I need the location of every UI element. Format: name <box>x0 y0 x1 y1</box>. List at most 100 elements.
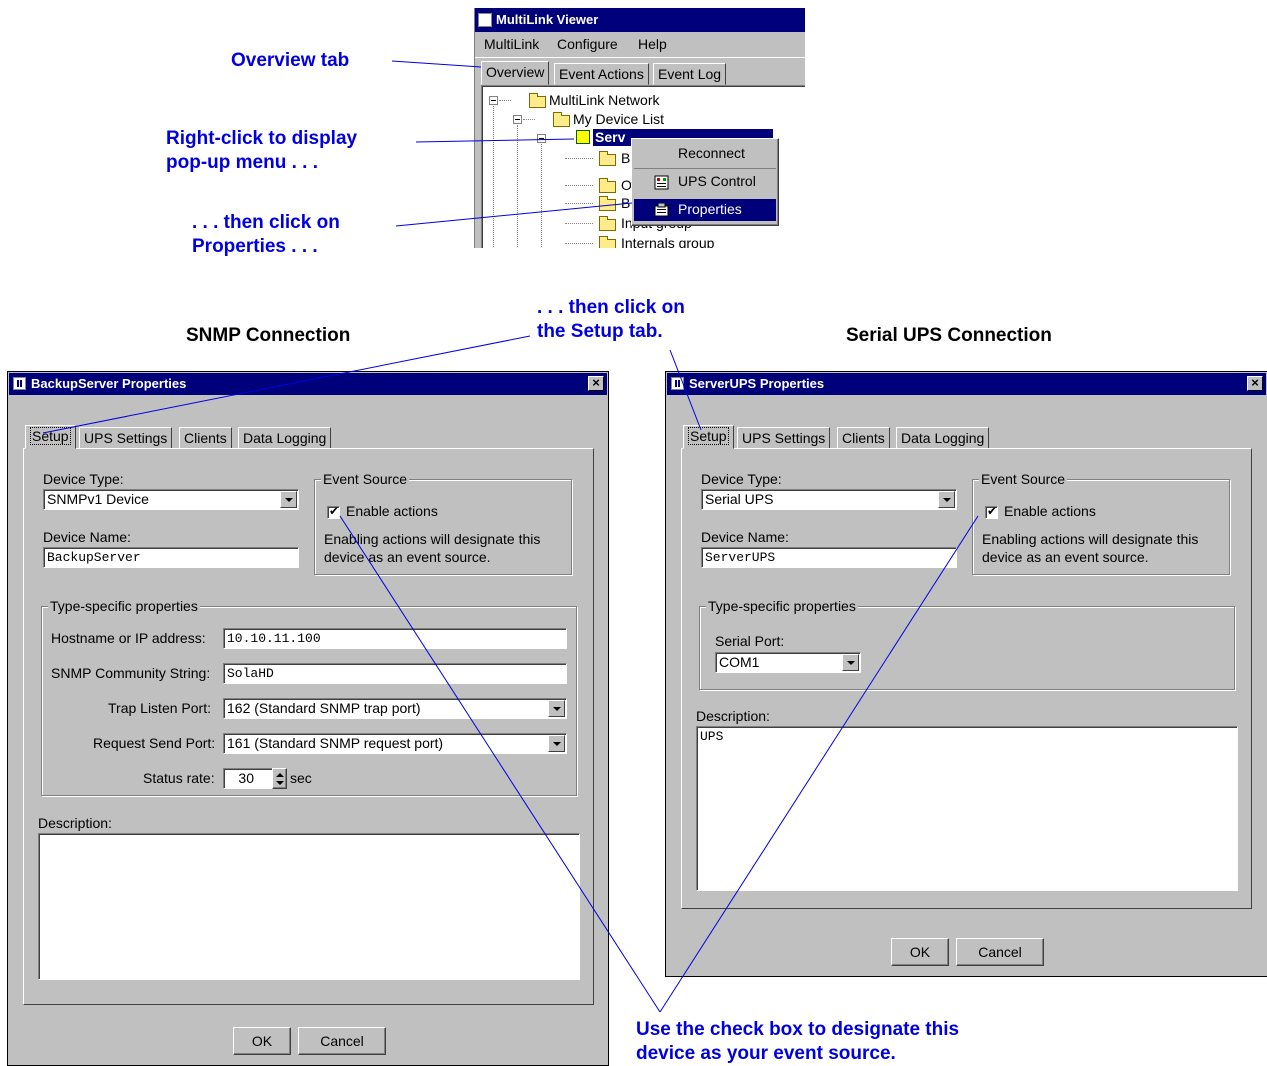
status-rate-unit: sec <box>290 770 312 786</box>
viewer-menubar: MultiLink Configure Help <box>475 32 805 56</box>
ok-button[interactable]: OK <box>233 1027 291 1055</box>
callout-overview-tab: Overview tab <box>231 50 350 71</box>
device-type-select[interactable]: SNMPv1 Device <box>43 489 299 510</box>
enable-actions-label: Enable actions <box>1004 503 1096 519</box>
serial-tab-clients[interactable]: Clients <box>837 427 890 449</box>
app-icon <box>13 377 26 390</box>
chevron-down-icon[interactable] <box>842 654 859 671</box>
callout-checkbox-line1: Use the check box to designate this <box>636 1019 960 1040</box>
cancel-button[interactable]: Cancel <box>298 1027 386 1055</box>
expand-device-list-icon[interactable] <box>513 115 522 124</box>
heading-serial-ups-connection: Serial UPS Connection <box>846 325 1052 346</box>
device-name-input[interactable]: BackupServer <box>43 547 299 568</box>
device-type-select[interactable]: Serial UPS <box>701 489 957 510</box>
callout-setup-tab-line2: the Setup tab. <box>537 321 663 342</box>
menu-multilink[interactable]: MultiLink <box>484 36 539 52</box>
tree-connector <box>565 203 593 204</box>
folder-icon <box>553 112 570 127</box>
tree-connector <box>541 144 542 248</box>
snmp-tab-setup[interactable]: Setup <box>25 425 76 449</box>
chevron-down-icon[interactable] <box>548 735 565 752</box>
status-rate-input[interactable]: 30 <box>223 768 273 789</box>
serial-port-select[interactable]: COM1 <box>715 652 861 673</box>
snmp-tab-clients[interactable]: Clients <box>179 427 232 449</box>
tree-view[interactable]: MultiLink Network My Device List Serv B … <box>481 85 805 248</box>
description-label: Description: <box>38 815 112 831</box>
app-icon <box>671 377 684 390</box>
callout-click-properties: . . . then click on Properties . . . <box>192 211 340 259</box>
spin-up-icon[interactable] <box>276 773 284 777</box>
menubar-divider <box>475 57 805 58</box>
snmp-dialog-title: BackupServer Properties <box>31 376 187 391</box>
tree-item-my-device-list[interactable]: My Device List <box>573 111 664 127</box>
popup-divider <box>634 168 776 169</box>
enable-actions-checkbox[interactable] <box>327 504 340 519</box>
viewer-tab-event-log[interactable]: Event Log <box>653 63 727 85</box>
description-textarea[interactable] <box>38 833 580 980</box>
chevron-down-icon[interactable] <box>938 491 955 508</box>
chevron-down-icon[interactable] <box>548 700 565 717</box>
snmp-dialog-titlebar: BackupServer Properties × <box>9 373 607 395</box>
folder-icon <box>599 196 616 211</box>
snmp-tab-data-logging[interactable]: Data Logging <box>238 427 332 449</box>
popup-properties[interactable]: Properties <box>678 201 742 217</box>
type-specific-legend: Type-specific properties <box>706 598 858 614</box>
event-source-note-line2: device as an event source. <box>324 549 491 565</box>
tree-item-multilink-network[interactable]: MultiLink Network <box>549 92 659 108</box>
close-icon[interactable]: × <box>1247 376 1263 391</box>
ok-button[interactable]: OK <box>891 938 949 966</box>
close-icon[interactable]: × <box>588 376 604 391</box>
callout-right-click-line2: pop-up menu . . . <box>166 152 318 173</box>
type-specific-group: Type-specific properties Hostname or IP … <box>41 598 577 796</box>
serial-dialog-titlebar: ServerUPS Properties × <box>667 373 1266 395</box>
serial-tab-ups-settings[interactable]: UPS Settings <box>737 427 831 449</box>
serial-tab-setup[interactable]: Setup <box>683 425 734 449</box>
tree-item-server-label: Serv <box>595 129 626 145</box>
heading-snmp-connection: SNMP Connection <box>186 325 351 346</box>
serial-tab-setup-label: Setup <box>688 427 729 445</box>
serial-setup-panel: Device Type: Serial UPS Device Name: Ser… <box>681 448 1252 909</box>
callout-right-click: Right-click to display pop-up menu . . . <box>166 127 357 175</box>
request-port-select[interactable]: 161 (Standard SNMP request port) <box>223 733 567 754</box>
snmp-tab-ups-settings[interactable]: UPS Settings <box>79 427 173 449</box>
tree-item-group-b1[interactable]: B <box>621 150 630 166</box>
community-label: SNMP Community String: <box>51 665 211 681</box>
expand-server-icon[interactable] <box>537 134 546 143</box>
trap-port-select[interactable]: 162 (Standard SNMP trap port) <box>223 698 567 719</box>
serial-properties-dialog: ServerUPS Properties × Setup UPS Setting… <box>665 371 1267 977</box>
type-specific-legend: Type-specific properties <box>48 598 200 614</box>
leader-overview-tab <box>391 60 482 68</box>
popup-reconnect[interactable]: Reconnect <box>678 145 745 161</box>
viewer-tab-event-actions[interactable]: Event Actions <box>554 63 649 85</box>
device-name-label: Device Name: <box>43 529 131 545</box>
menu-help[interactable]: Help <box>638 36 667 52</box>
menu-configure[interactable]: Configure <box>557 36 618 52</box>
device-name-input[interactable]: ServerUPS <box>701 547 957 568</box>
tree-item-group-b2[interactable]: B <box>621 195 630 211</box>
community-input[interactable]: SolaHD <box>223 663 567 684</box>
event-source-legend: Event Source <box>321 471 410 487</box>
chevron-down-icon[interactable] <box>280 491 297 508</box>
tree-connector <box>565 243 593 244</box>
request-port-value: 161 (Standard SNMP request port) <box>227 735 444 751</box>
properties-icon <box>654 202 669 217</box>
tree-item-internals-group[interactable]: Internals group <box>621 235 714 248</box>
status-rate-spinner[interactable] <box>272 768 287 789</box>
tree-connector <box>565 158 593 159</box>
folder-icon <box>599 151 616 166</box>
enable-actions-label: Enable actions <box>346 503 438 519</box>
enable-actions-checkbox[interactable] <box>985 504 998 519</box>
hostname-input[interactable]: 10.10.11.100 <box>223 628 567 649</box>
callout-checkbox: Use the check box to designate this devi… <box>636 1018 959 1066</box>
spin-down-icon[interactable] <box>276 781 284 785</box>
expand-root-icon[interactable] <box>489 96 498 105</box>
popup-properties-highlight[interactable]: Properties <box>634 199 776 221</box>
event-source-note-line1: Enabling actions will designate this <box>982 531 1199 547</box>
viewer-tab-overview[interactable]: Overview <box>481 61 550 85</box>
popup-ups-control[interactable]: UPS Control <box>678 173 756 189</box>
cancel-button[interactable]: Cancel <box>956 938 1044 966</box>
serial-tab-data-logging[interactable]: Data Logging <box>896 427 990 449</box>
device-type-label: Device Type: <box>43 471 124 487</box>
description-textarea[interactable]: UPS <box>696 726 1238 891</box>
viewer-title: MultiLink Viewer <box>496 12 599 27</box>
